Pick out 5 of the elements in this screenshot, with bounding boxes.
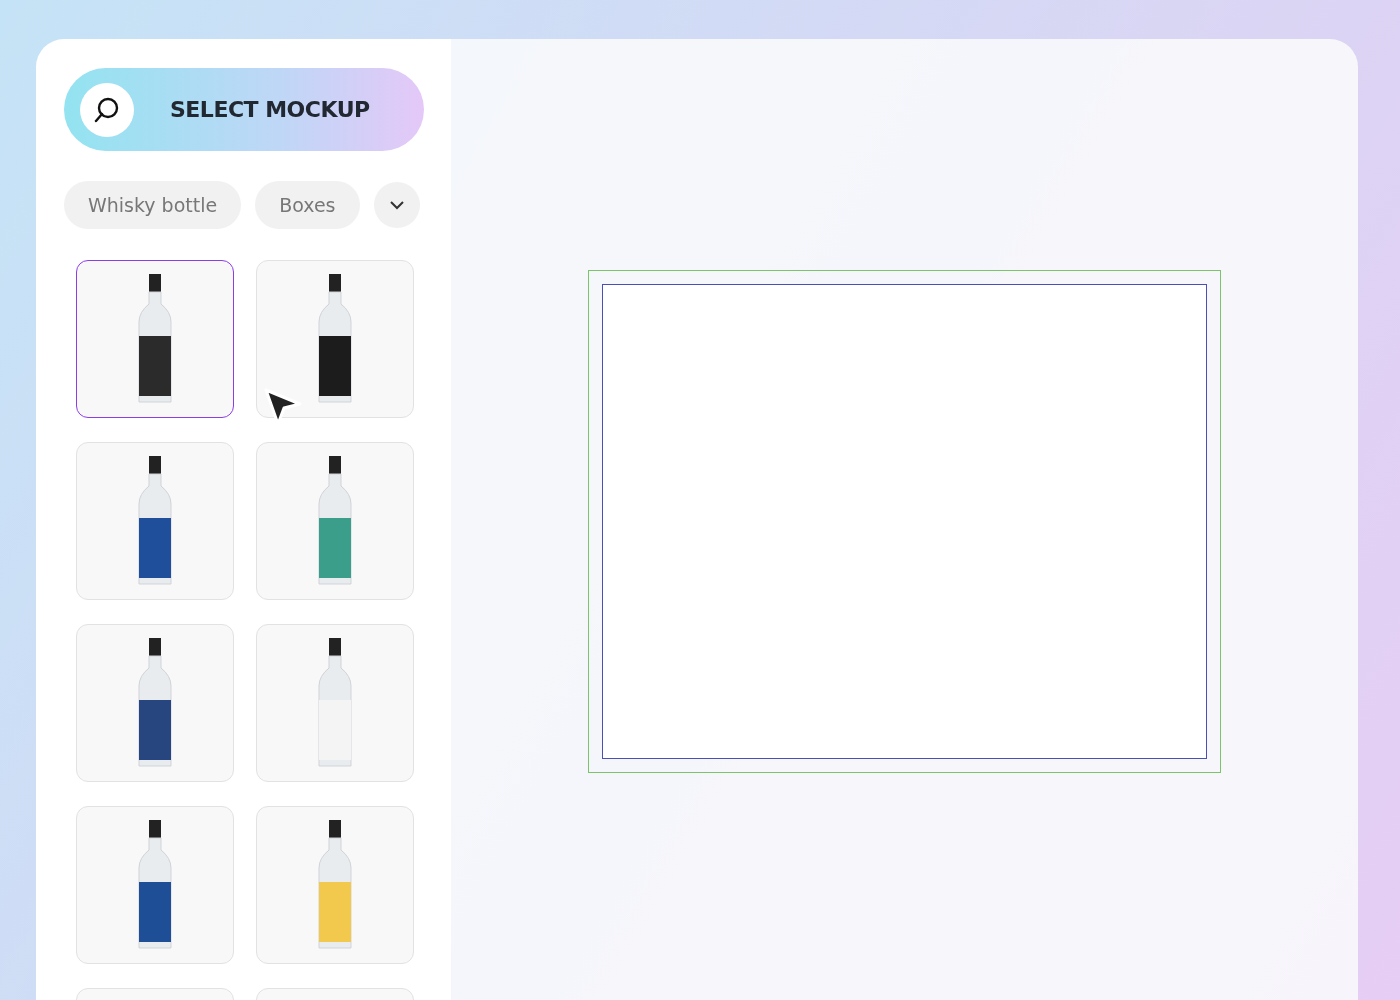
mockup-thumbnail[interactable]	[76, 260, 234, 418]
search-icon	[93, 95, 121, 124]
category-chip[interactable]: Whisky bottle	[64, 181, 242, 229]
category-chip[interactable]: Boxes	[255, 181, 360, 229]
select-mockup-button[interactable]: SELECT MOCKUP	[64, 68, 424, 151]
